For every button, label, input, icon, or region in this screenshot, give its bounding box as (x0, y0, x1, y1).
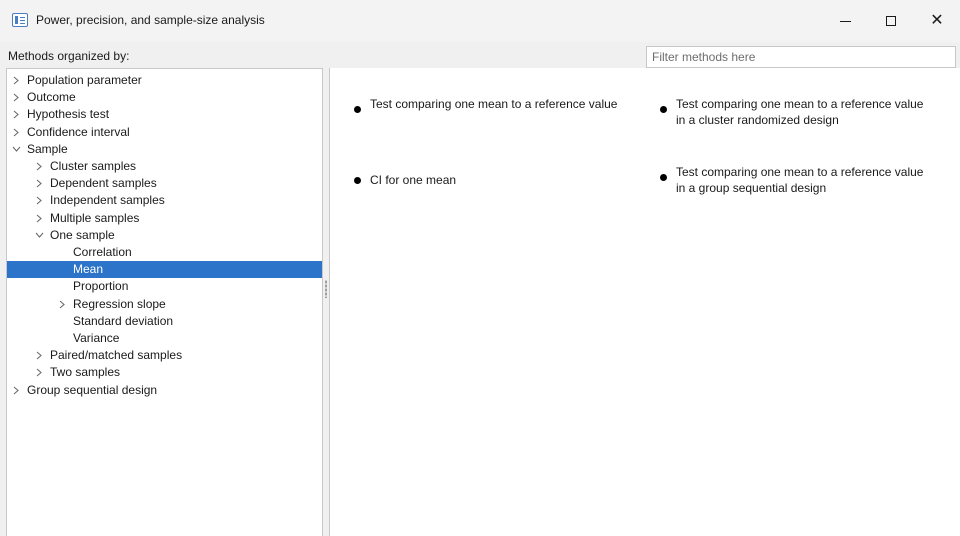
chevron-right-icon[interactable] (11, 124, 21, 141)
bullet-dot-icon (660, 106, 667, 113)
chevron-right-icon[interactable] (34, 192, 44, 209)
close-icon: ✕ (930, 12, 944, 29)
tree-item-label: Group sequential design (27, 382, 158, 397)
chevron-right-icon[interactable] (11, 72, 21, 89)
minimize-icon (839, 20, 851, 22)
tree-item-confidence-interval[interactable]: Confidence interval (7, 124, 322, 141)
chevron-right-icon[interactable] (34, 158, 44, 175)
method-link-label: Test comparing one mean to a reference v… (676, 97, 924, 127)
bullet-dot-icon (660, 174, 667, 181)
tree-item-two-samples[interactable]: Two samples (7, 364, 322, 381)
chevron-right-icon[interactable] (11, 382, 21, 399)
tree-item-label: Paired/matched samples (50, 348, 183, 363)
tree-item-label: Standard deviation (73, 313, 174, 328)
chevron-right-icon[interactable] (11, 106, 21, 123)
tree-item-hypothesis-test[interactable]: Hypothesis test (7, 106, 322, 123)
window-title: Power, precision, and sample-size analys… (36, 13, 265, 27)
methods-list-panel: Test comparing one mean to a reference v… (329, 68, 960, 536)
tree-item-group-sequential-design[interactable]: Group sequential design (7, 382, 322, 399)
chevron-down-icon[interactable] (34, 227, 44, 244)
tree-item-label: Hypothesis test (27, 107, 110, 122)
chevron-right-icon[interactable] (34, 175, 44, 192)
tree-item-label: Outcome (27, 90, 76, 105)
tree-item-proportion[interactable]: Proportion (7, 278, 322, 295)
tree-item-label: Multiple samples (50, 210, 140, 225)
tree-item-label: Correlation (73, 245, 132, 259)
method-link-label: CI for one mean (370, 173, 457, 187)
bullet-dot-icon (354, 177, 361, 184)
methods-tree[interactable]: Population parameter Outcome Hypothesis te… (6, 68, 323, 536)
tree-item-paired-matched-samples[interactable]: Paired/matched samples (7, 347, 322, 364)
bullet-dot-icon (354, 106, 361, 113)
chevron-right-icon[interactable] (34, 364, 44, 381)
tree-item-one-sample[interactable]: One sample (7, 227, 322, 244)
methods-organized-label: Methods organized by: (8, 49, 130, 63)
tree-item-sample[interactable]: Sample (7, 141, 322, 158)
splitter-grip-icon (325, 280, 327, 298)
method-link-label: Test comparing one mean to a reference v… (370, 97, 618, 111)
tree-item-label: Mean (73, 262, 104, 277)
app-window-icon (12, 13, 28, 27)
filter-methods-input[interactable] (646, 46, 956, 68)
tree-item-label: Population parameter (27, 73, 142, 87)
tree-item-variance[interactable]: Variance (7, 330, 322, 347)
tree-item-label: Independent samples (50, 193, 165, 208)
maximize-button[interactable] (868, 0, 914, 42)
chevron-down-icon[interactable] (11, 141, 21, 158)
chevron-right-icon[interactable] (11, 89, 21, 106)
tree-item-outcome[interactable]: Outcome (7, 89, 322, 106)
tree-item-regression-slope[interactable]: Regression slope (7, 296, 322, 313)
tree-item-label: Regression slope (73, 296, 166, 311)
tree-item-label: Proportion (73, 279, 129, 294)
tree-item-cluster-samples[interactable]: Cluster samples (7, 158, 322, 175)
maximize-icon (886, 16, 896, 26)
tree-item-mean[interactable]: Mean (7, 261, 322, 279)
tree-item-independent-samples[interactable]: Independent samples (7, 192, 322, 209)
close-button[interactable]: ✕ (914, 0, 960, 42)
tree-item-correlation[interactable]: Correlation (7, 244, 322, 261)
tree-item-label: Confidence interval (27, 124, 130, 139)
minimize-button[interactable] (822, 0, 868, 42)
title-bar[interactable]: Power, precision, and sample-size analys… (0, 0, 960, 42)
chevron-right-icon[interactable] (57, 296, 67, 313)
method-link-label: Test comparing one mean to a reference v… (676, 165, 924, 195)
tree-item-population-parameter[interactable]: Population parameter (7, 72, 322, 89)
tree-item-label: Variance (73, 331, 120, 345)
tree-item-dependent-samples[interactable]: Dependent samples (7, 175, 322, 192)
tree-item-standard-deviation[interactable]: Standard deviation (7, 313, 322, 330)
tree-item-label: Sample (27, 141, 68, 156)
chevron-right-icon[interactable] (34, 347, 44, 364)
tree-item-multiple-samples[interactable]: Multiple samples (7, 210, 322, 227)
tree-item-label: Dependent samples (50, 176, 157, 191)
chevron-right-icon[interactable] (34, 210, 44, 227)
tree-item-label: One sample (50, 227, 115, 242)
tree-item-label: Cluster samples (50, 159, 137, 173)
tree-item-label: Two samples (50, 365, 121, 380)
